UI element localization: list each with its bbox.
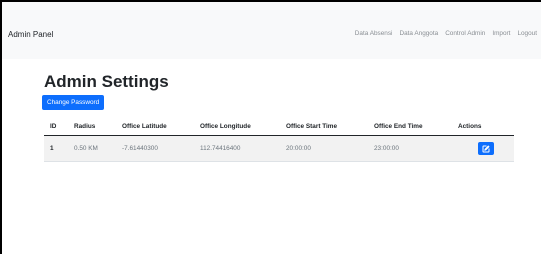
header-actions: Actions xyxy=(452,118,514,136)
header-office-longitude: Office Longitude xyxy=(194,118,280,136)
cell-radius: 0.50 KM xyxy=(68,135,116,162)
header-radius: Radius xyxy=(68,118,116,136)
nav-link-control-admin[interactable]: Control Admin xyxy=(445,30,485,37)
header-office-end-time: Office End Time xyxy=(368,118,452,136)
table-header-row: ID Radius Office Latitude Office Longitu… xyxy=(44,118,514,136)
navbar: Admin Panel Data Absensi Data Anggota Co… xyxy=(2,2,541,59)
header-office-latitude: Office Latitude xyxy=(116,118,194,136)
table-row: 1 0.50 KM -7.61440300 112.74416400 20:00… xyxy=(44,135,514,162)
header-office-start-time: Office Start Time xyxy=(280,118,368,136)
change-password-button[interactable]: Change Password xyxy=(42,95,105,110)
edit-icon xyxy=(482,144,490,152)
settings-table: ID Radius Office Latitude Office Longitu… xyxy=(44,118,514,162)
nav-links: Data Absensi Data Anggota Control Admin … xyxy=(355,30,537,37)
header-id: ID xyxy=(44,118,68,136)
nav-link-import[interactable]: Import xyxy=(492,30,510,37)
cell-actions xyxy=(452,135,514,162)
edit-button[interactable] xyxy=(478,142,494,155)
cell-end-time: 23:00:00 xyxy=(368,135,452,162)
page-title: Admin Settings xyxy=(44,72,169,91)
cell-latitude: -7.61440300 xyxy=(116,135,194,162)
nav-link-logout[interactable]: Logout xyxy=(517,30,537,37)
navbar-brand[interactable]: Admin Panel xyxy=(8,30,53,39)
nav-link-data-anggota[interactable]: Data Anggota xyxy=(399,30,438,37)
cell-longitude: 112.74416400 xyxy=(194,135,280,162)
cell-id: 1 xyxy=(44,135,68,162)
cell-start-time: 20:00:00 xyxy=(280,135,368,162)
nav-link-data-absensi[interactable]: Data Absensi xyxy=(355,30,393,37)
